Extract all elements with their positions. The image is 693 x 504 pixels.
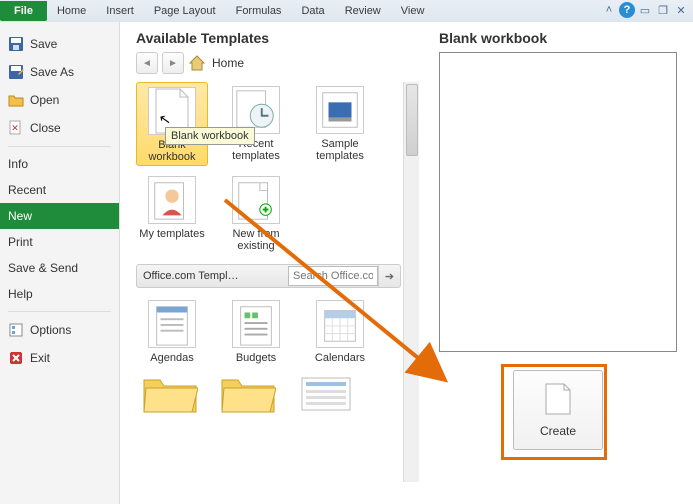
sample-templates-thumb — [316, 86, 364, 134]
chevron-up-icon[interactable]: ˄ — [601, 2, 617, 18]
template-recent[interactable]: Recent templates — [220, 82, 292, 166]
officecom-cat-calendars[interactable]: Calendars — [304, 296, 376, 366]
scrollbar-thumb[interactable] — [406, 84, 418, 156]
template-label: Calendars — [306, 352, 374, 364]
tab-file[interactable]: File — [0, 1, 47, 21]
sidebar-label: Info — [8, 157, 28, 171]
svg-text:✕: ✕ — [11, 123, 19, 133]
available-templates-heading: Available Templates — [136, 30, 419, 46]
preview-heading: Blank workbook — [439, 30, 677, 46]
template-preview — [439, 52, 677, 352]
officecom-cat-agendas[interactable]: Agendas — [136, 296, 208, 366]
backstage-sidebar: Save Save As Open ✕ Close Info Recent Ne… — [0, 22, 120, 504]
sidebar-help[interactable]: Help — [0, 281, 119, 307]
template-sample[interactable]: Sample templates — [304, 82, 376, 166]
sidebar-print[interactable]: Print — [0, 229, 119, 255]
sidebar-label: Save As — [30, 65, 74, 79]
sidebar-label: Recent — [8, 183, 46, 197]
sidebar-label: New — [8, 209, 32, 223]
exit-icon — [8, 350, 24, 366]
sidebar-save-as[interactable]: Save As — [0, 58, 119, 86]
sidebar-save[interactable]: Save — [0, 30, 119, 58]
sidebar-label: Exit — [30, 351, 50, 365]
template-label: Agendas — [138, 352, 206, 364]
save-icon — [8, 36, 24, 52]
agendas-thumb — [148, 300, 196, 348]
tab-formulas[interactable]: Formulas — [226, 1, 292, 21]
template-label: New from existing — [222, 228, 290, 252]
folder-icon[interactable] — [142, 372, 198, 414]
sidebar-options[interactable]: Options — [0, 316, 119, 344]
officecom-folders-row — [136, 372, 419, 414]
sidebar-exit[interactable]: Exit — [0, 344, 119, 372]
tab-insert[interactable]: Insert — [96, 1, 144, 21]
officecom-search-input[interactable] — [288, 266, 378, 286]
calendars-thumb — [316, 300, 364, 348]
tab-home[interactable]: Home — [47, 1, 96, 21]
available-templates-panel: Available Templates ◄ ► Home ↖ Blank wor… — [120, 22, 423, 504]
tab-review[interactable]: Review — [335, 1, 391, 21]
sidebar-label: Help — [8, 287, 33, 301]
tab-page-layout[interactable]: Page Layout — [144, 1, 226, 21]
template-tooltip: Blank workbook — [165, 127, 255, 145]
template-label: My templates — [138, 228, 206, 240]
sidebar-label: Print — [8, 235, 33, 249]
minimize-icon[interactable]: ▭ — [637, 2, 653, 18]
breadcrumb-home[interactable]: Home — [212, 56, 244, 70]
close-doc-icon: ✕ — [8, 120, 24, 136]
window-controls: ˄ ? ▭ ❐ ✕ — [601, 2, 689, 18]
my-templates-thumb — [148, 176, 196, 224]
tab-view[interactable]: View — [391, 1, 435, 21]
tab-data[interactable]: Data — [291, 1, 334, 21]
folder-list-icon[interactable] — [298, 372, 354, 414]
template-scrollbar[interactable] — [403, 82, 419, 482]
template-label: Budgets — [222, 352, 290, 364]
template-label: Sample templates — [306, 138, 374, 162]
template-breadcrumb-bar: ◄ ► Home — [136, 52, 419, 74]
sidebar-label: Save — [30, 37, 57, 51]
help-icon[interactable]: ? — [619, 2, 635, 18]
sidebar-label: Open — [30, 93, 59, 107]
annotation-highlight — [501, 364, 607, 460]
sidebar-open[interactable]: Open — [0, 86, 119, 114]
close-window-icon[interactable]: ✕ — [673, 2, 689, 18]
folder-icon[interactable] — [220, 372, 276, 414]
sidebar-label: Save & Send — [8, 261, 78, 275]
sidebar-label: Options — [30, 323, 71, 337]
sidebar-new[interactable]: New — [0, 203, 119, 229]
sidebar-recent[interactable]: Recent — [0, 177, 119, 203]
sidebar-close[interactable]: ✕ Close — [0, 114, 119, 142]
officecom-label: Office.com Templ… — [137, 270, 288, 282]
budgets-thumb — [232, 300, 280, 348]
ribbon-tabs: File Home Insert Page Layout Formulas Da… — [0, 0, 693, 22]
options-icon — [8, 322, 24, 338]
template-blank-workbook[interactable]: ↖ Blank workbook Blank workbook — [136, 82, 208, 166]
sidebar-info[interactable]: Info — [0, 151, 119, 177]
home-icon — [188, 54, 206, 72]
restore-icon[interactable]: ❐ — [655, 2, 671, 18]
officecom-cat-budgets[interactable]: Budgets — [220, 296, 292, 366]
preview-panel: Blank workbook Create — [423, 22, 693, 504]
officecom-search-button[interactable]: ➔ — [378, 265, 400, 287]
template-new-from-existing[interactable]: New from existing — [220, 172, 292, 254]
sidebar-save-send[interactable]: Save & Send — [0, 255, 119, 281]
sidebar-label: Close — [30, 121, 61, 135]
template-my-templates[interactable]: My templates — [136, 172, 208, 254]
nav-back-button[interactable]: ◄ — [136, 52, 158, 74]
save-as-icon — [8, 64, 24, 80]
new-from-existing-thumb — [232, 176, 280, 224]
open-icon — [8, 92, 24, 108]
nav-forward-button[interactable]: ► — [162, 52, 184, 74]
officecom-templates-bar: Office.com Templ… ➔ — [136, 264, 401, 288]
